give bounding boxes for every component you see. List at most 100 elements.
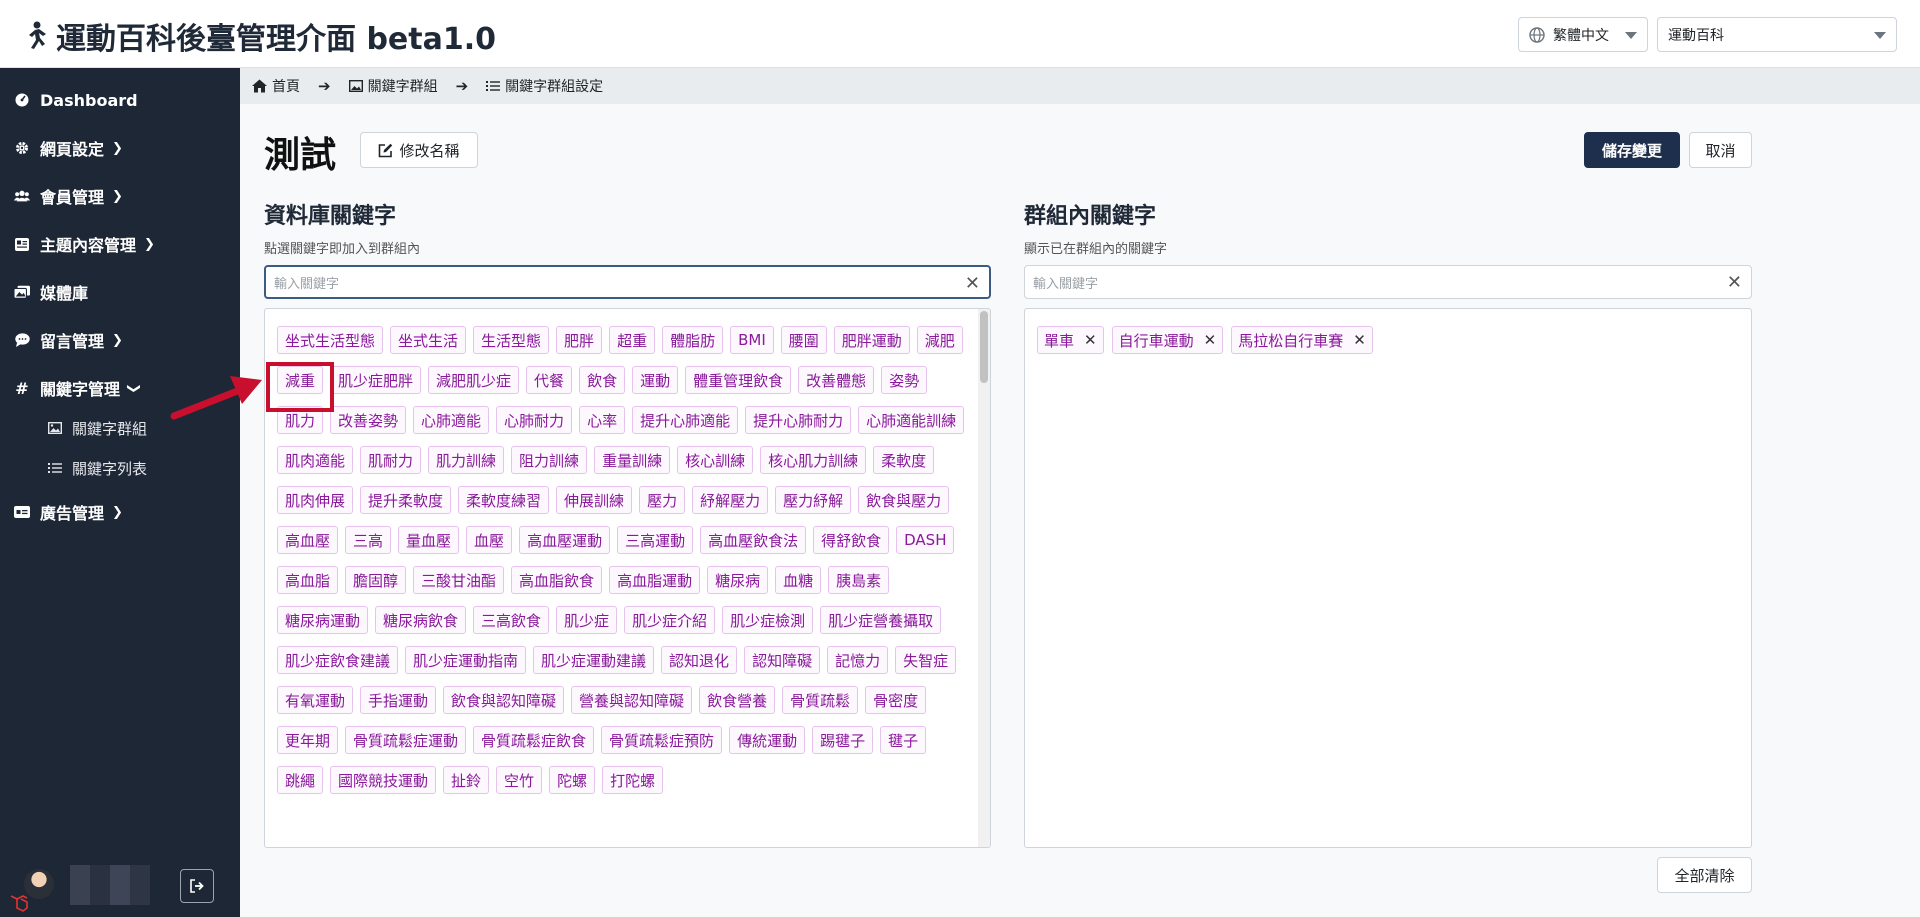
db-keyword-tag[interactable]: 飲食與壓力	[858, 486, 950, 514]
db-keyword-tag[interactable]: 糖尿病飲食	[375, 606, 467, 634]
db-keyword-tag[interactable]: 肌少症運動建議	[533, 646, 655, 674]
sidebar-item-comments[interactable]: 留言管理 ❯	[0, 320, 240, 360]
db-keyword-tag[interactable]: 更年期	[277, 726, 339, 754]
scrollbar-thumb[interactable]	[980, 311, 988, 383]
db-keyword-tag[interactable]: 血糖	[775, 566, 822, 594]
db-keyword-tag[interactable]: 壓力紓解	[775, 486, 852, 514]
db-keyword-tag[interactable]: 三酸甘油酯	[413, 566, 505, 594]
save-button[interactable]: 儲存變更	[1584, 132, 1680, 168]
db-keyword-tag[interactable]: 肌肉適能	[277, 446, 354, 474]
db-keyword-tag[interactable]: 心肺耐力	[496, 406, 573, 434]
clear-search-icon[interactable]: ✕	[1727, 272, 1742, 293]
db-keyword-tag[interactable]: DASH	[896, 526, 955, 554]
db-keyword-tag[interactable]: 膽固醇	[345, 566, 407, 594]
logout-button[interactable]	[180, 869, 214, 903]
db-keyword-tag[interactable]: 胰島素	[828, 566, 890, 594]
db-keyword-tag[interactable]: 飲食與認知障礙	[443, 686, 565, 714]
remove-tag-icon[interactable]: ✕	[1353, 331, 1366, 349]
sidebar-subitem-keyword-list[interactable]: 關鍵字列表	[48, 453, 147, 483]
db-keyword-tag[interactable]: 量血壓	[398, 526, 460, 554]
sidebar-item-content[interactable]: 主題內容管理 ❯	[0, 224, 240, 264]
db-keyword-tag[interactable]: 體重管理飲食	[685, 366, 792, 394]
db-keyword-tag[interactable]: 減肥肌少症	[428, 366, 520, 394]
db-keyword-tag[interactable]: 高血壓運動	[519, 526, 611, 554]
sidebar-item-ads[interactable]: 廣告管理 ❯	[0, 492, 240, 532]
db-keyword-tag[interactable]: 壓力	[639, 486, 686, 514]
db-keyword-tag[interactable]: 柔軟度	[873, 446, 935, 474]
db-keyword-tag[interactable]: 失智症	[895, 646, 957, 674]
cancel-button[interactable]: 取消	[1689, 132, 1752, 168]
db-keyword-tag[interactable]: 代餐	[526, 366, 573, 394]
db-keyword-tag[interactable]: 打陀螺	[602, 766, 664, 794]
language-select[interactable]: 繁體中文	[1518, 17, 1648, 52]
db-keyword-tag[interactable]: 腰圍	[780, 326, 827, 354]
db-keyword-tag[interactable]: 高血壓	[277, 526, 339, 554]
db-keyword-tag[interactable]: 陀螺	[549, 766, 596, 794]
db-keyword-tag[interactable]: 伸展訓練	[556, 486, 633, 514]
db-keyword-tag[interactable]: 國際競技運動	[330, 766, 437, 794]
db-keyword-tag[interactable]: 高血脂	[277, 566, 339, 594]
db-keyword-tag[interactable]: 提升柔軟度	[360, 486, 452, 514]
db-keyword-tag[interactable]: 空竹	[496, 766, 543, 794]
db-keyword-tag[interactable]: 核心肌力訓練	[760, 446, 867, 474]
db-keyword-tag[interactable]: 提升心肺耐力	[745, 406, 852, 434]
sidebar-item-site-settings[interactable]: 網頁設定 ❯	[0, 128, 240, 168]
db-keyword-tag[interactable]: 毽子	[880, 726, 927, 754]
db-keyword-tag[interactable]: 血壓	[466, 526, 513, 554]
db-keyword-tag[interactable]: 有氧運動	[277, 686, 354, 714]
db-keyword-tag[interactable]: 骨密度	[865, 686, 927, 714]
db-keyword-tag[interactable]: 骨質疏鬆症運動	[345, 726, 467, 754]
db-keyword-tag[interactable]: 肌少症介紹	[624, 606, 716, 634]
db-keyword-tag[interactable]: 超重	[609, 326, 656, 354]
scrollbar[interactable]	[978, 309, 990, 847]
db-keyword-tag[interactable]: 扯鈴	[443, 766, 490, 794]
db-keyword-tag[interactable]: 飲食	[579, 366, 626, 394]
db-keyword-tag[interactable]: 肌耐力	[360, 446, 422, 474]
db-keyword-tag[interactable]: 肥胖運動	[833, 326, 910, 354]
db-keyword-tag[interactable]: 得舒飲食	[813, 526, 890, 554]
db-keyword-tag[interactable]: 心肺適能	[413, 406, 490, 434]
sidebar-item-members[interactable]: 會員管理 ❯	[0, 176, 240, 216]
clear-search-icon[interactable]: ✕	[965, 273, 980, 294]
sidebar-subitem-keyword-groups[interactable]: 關鍵字群組	[48, 413, 147, 443]
db-keyword-tag[interactable]: 體脂肪	[662, 326, 724, 354]
db-keyword-tag[interactable]: 肌少症飲食建議	[277, 646, 399, 674]
db-keyword-tag[interactable]: 認知退化	[661, 646, 738, 674]
db-keyword-tag[interactable]: 傳統運動	[729, 726, 806, 754]
db-keyword-tag[interactable]: 改善體態	[798, 366, 875, 394]
db-keyword-tag[interactable]: 骨質疏鬆症預防	[601, 726, 723, 754]
db-keyword-tag[interactable]: 骨質疏鬆	[782, 686, 859, 714]
db-keyword-tag[interactable]: 肌力訓練	[428, 446, 505, 474]
breadcrumb-keyword-groups[interactable]: 關鍵字群組	[348, 76, 438, 96]
remove-tag-icon[interactable]: ✕	[1204, 331, 1217, 349]
sidebar-item-media[interactable]: 媒體庫	[0, 272, 240, 312]
db-keyword-tag[interactable]: 骨質疏鬆症飲食	[473, 726, 595, 754]
db-keyword-tag[interactable]: 肌少症肥胖	[330, 366, 422, 394]
db-keyword-tag[interactable]: 糖尿病運動	[277, 606, 369, 634]
db-keyword-tag[interactable]: 姿勢	[881, 366, 928, 394]
db-keyword-tag[interactable]: BMI	[730, 326, 774, 354]
db-keyword-tag[interactable]: 核心訓練	[677, 446, 754, 474]
db-keyword-tag[interactable]: 營養與認知障礙	[571, 686, 693, 714]
db-keyword-tag[interactable]: 減肥	[916, 326, 963, 354]
db-keyword-tag[interactable]: 認知障礙	[744, 646, 821, 674]
db-keyword-tag[interactable]: 心率	[579, 406, 626, 434]
db-keyword-tag[interactable]: 肌少症檢測	[722, 606, 814, 634]
db-keyword-tag[interactable]: 肌肉伸展	[277, 486, 354, 514]
db-keyword-tag[interactable]: 高血脂飲食	[511, 566, 603, 594]
db-keyword-tag[interactable]: 紓解壓力	[692, 486, 769, 514]
rename-button[interactable]: 修改名稱	[360, 132, 478, 168]
remove-tag-icon[interactable]: ✕	[1084, 331, 1097, 349]
db-keyword-tag[interactable]: 肥胖	[556, 326, 603, 354]
db-search-input[interactable]: 輸入關鍵字 ✕	[264, 265, 991, 299]
db-keyword-tag[interactable]: 阻力訓練	[511, 446, 588, 474]
db-keyword-tag[interactable]: 坐式生活	[390, 326, 467, 354]
db-keyword-tag[interactable]: 跳繩	[277, 766, 324, 794]
db-keyword-tag[interactable]: 記憶力	[827, 646, 889, 674]
db-keyword-tag[interactable]: 糖尿病	[707, 566, 769, 594]
db-keyword-tag[interactable]: 柔軟度練習	[458, 486, 550, 514]
db-keyword-tag[interactable]: 肌少症運動指南	[405, 646, 527, 674]
db-keyword-tag[interactable]: 生活型態	[473, 326, 550, 354]
db-keyword-tag[interactable]: 踢毽子	[812, 726, 874, 754]
breadcrumb-home[interactable]: 首頁	[252, 76, 300, 96]
